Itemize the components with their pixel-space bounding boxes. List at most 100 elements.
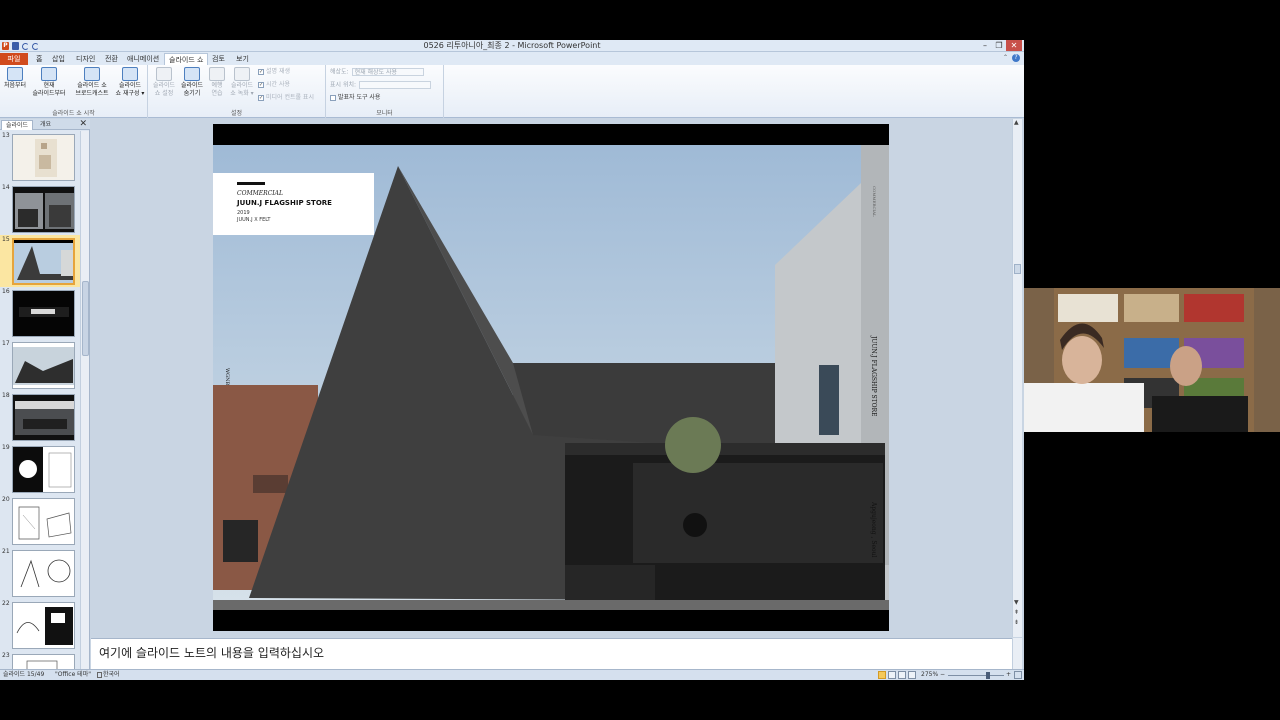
panel-scroll-thumb[interactable] <box>82 281 89 356</box>
scroll-down-icon[interactable]: ▼ <box>1014 599 1019 606</box>
title-rule <box>237 182 265 185</box>
project-info-card: COMMERCIAL JUUN.J FLAGSHIP STORE 2019 JU… <box>213 173 374 235</box>
thumbnail-image <box>12 498 75 545</box>
notes-pane[interactable]: 여기에 슬라이드 노트의 내용을 입력하십시오 <box>91 638 1012 672</box>
zoom-slider[interactable] <box>948 675 1004 676</box>
window-title: 0526 리투아니아_최종 2 - Microsoft PowerPoint <box>423 41 601 50</box>
from-current-button[interactable]: 현재 슬라이드부터 <box>29 67 69 98</box>
slideshow-view-icon[interactable] <box>908 671 916 679</box>
video-call-tile <box>1024 288 1280 432</box>
slide-thumbnail-18[interactable]: 18 <box>0 391 80 443</box>
normal-view-icon[interactable] <box>878 671 886 679</box>
record-label: 슬라이드 쇼 녹화 ▾ <box>230 82 254 97</box>
from-beginning-button[interactable]: 처음부터 <box>1 67 29 90</box>
slide-number: 14 <box>2 184 10 191</box>
tab-slides-panel[interactable]: 슬라이드 <box>1 120 34 130</box>
media-controls-checkbox[interactable]: ✓ 미디어 컨트롤 표시 <box>258 94 314 102</box>
view-buttons <box>878 671 916 679</box>
presenter-view-checkbox[interactable]: 발표자 도구 사용 <box>330 94 380 102</box>
close-button[interactable]: ✕ <box>1006 40 1022 51</box>
broadcast-icon <box>84 67 100 81</box>
tab-view[interactable]: 보기 <box>232 53 253 65</box>
slide-sorter-view-icon[interactable] <box>888 671 896 679</box>
slide-thumbnail-17[interactable]: 17 <box>0 339 80 391</box>
slide-number: 20 <box>2 496 10 503</box>
scroll-up-icon[interactable]: ▲ <box>1014 119 1019 126</box>
slide-thumbnail-16[interactable]: 16 <box>0 287 80 339</box>
show-on-dropdown[interactable]: 표시 위치: <box>330 81 432 90</box>
slide-scroll-thumb[interactable] <box>1014 264 1021 274</box>
zoom-slider-handle[interactable] <box>986 672 990 679</box>
thumbnail-image <box>12 342 75 389</box>
tab-file[interactable]: 파일 <box>0 53 28 65</box>
slide-thumbnail-22[interactable]: 22 <box>0 599 80 651</box>
project-category: COMMERCIAL <box>237 190 283 197</box>
resolution-dropdown[interactable]: 해상도: 현재 해상도 사용 <box>330 68 424 77</box>
thumbnail-list: 13 14 15 16 17 18 19 20 21 22 23 <box>0 131 80 672</box>
panel-tabs: 슬라이드 개요 ✕ <box>0 119 90 130</box>
use-timings-box: ✓ <box>258 82 264 88</box>
record-button[interactable]: 슬라이드 쇼 녹화 ▾ <box>228 67 256 98</box>
group-label-start: 슬라이드 쇼 시작 <box>52 110 95 117</box>
slide-thumbnail-15[interactable]: 15 <box>0 235 80 287</box>
slide-thumbnail-13[interactable]: 13 <box>0 131 80 183</box>
next-slide-icon[interactable]: ⇟ <box>1014 619 1019 626</box>
current-slide[interactable]: COMMERCIAL JUUN.J FLAGSHIP STORE 2019 JU… <box>213 124 889 631</box>
custom-show-button[interactable]: 슬라이드 쇼 재구성 ▾ <box>112 67 148 98</box>
tab-transitions[interactable]: 전환 <box>101 53 122 65</box>
slide-thumbnail-21[interactable]: 21 <box>0 547 80 599</box>
presenter-view-box <box>330 95 336 101</box>
fit-to-window-icon[interactable] <box>1014 671 1022 679</box>
notes-placeholder[interactable]: 여기에 슬라이드 노트의 내용을 입력하십시오 <box>99 644 324 661</box>
group-monitor: 해상도: 현재 해상도 사용 표시 위치: 발표자 도구 사용 모니터 <box>326 65 444 118</box>
tab-home[interactable]: 홈 <box>32 53 46 65</box>
tab-review[interactable]: 검토 <box>208 53 229 65</box>
slide-thumbnail-14[interactable]: 14 <box>0 183 80 235</box>
tab-outline-panel[interactable]: 개요 <box>36 120 55 130</box>
thumbnail-image <box>12 238 75 285</box>
slide-thumbnail-19[interactable]: 19 <box>0 443 80 495</box>
from-beginning-icon <box>7 67 23 81</box>
thumbnail-image <box>12 186 75 233</box>
zoom-level[interactable]: 275% <box>921 670 938 680</box>
custom-show-label: 슬라이드 쇼 재구성 ▾ <box>115 82 145 97</box>
slide-thumbnail-20[interactable]: 20 <box>0 495 80 547</box>
setup-show-icon <box>156 67 172 81</box>
group-label-monitor: 모니터 <box>376 110 393 117</box>
zoom-in-button[interactable]: + <box>1006 670 1011 680</box>
hide-slide-icon <box>184 67 200 81</box>
ribbon-minimize-icon[interactable]: ⌃ <box>1003 54 1009 62</box>
ribbon-tab-bar: 파일 홈 삽입 디자인 전환 애니메이션 슬라이드 쇼 검토 보기 ⌃ ? <box>0 52 1024 65</box>
broadcast-button[interactable]: 슬라이드 쇼 브로드캐스트 <box>72 67 112 98</box>
close-icon[interactable]: ✕ <box>79 119 87 129</box>
tab-design[interactable]: 디자인 <box>72 53 99 65</box>
vertical-label-location: Apgujeong , Seoul <box>870 502 877 558</box>
status-bar: 슬라이드 15/49 "Office 테마" 한국어 275% − + <box>0 669 1024 680</box>
setup-show-button[interactable]: 슬라이드 쇼 설정 <box>150 67 178 98</box>
powerpoint-window: P 0526 리투아니아_최종 2 - Microsoft PowerPoint… <box>0 40 1024 680</box>
rehearse-button[interactable]: 예행 연습 <box>206 67 228 98</box>
panel-scrollbar[interactable] <box>80 131 89 672</box>
restore-button[interactable]: ❐ <box>992 40 1006 51</box>
slide-number: 19 <box>2 444 10 451</box>
hide-slide-button[interactable]: 슬라이드 숨기기 <box>178 67 206 98</box>
status-language[interactable]: 한국어 <box>103 670 120 680</box>
tab-insert[interactable]: 삽입 <box>48 53 69 65</box>
tab-slideshow[interactable]: 슬라이드 쇼 <box>164 53 209 65</box>
status-theme[interactable]: "Office 테마" <box>55 670 91 680</box>
zoom-out-button[interactable]: − <box>940 670 945 680</box>
play-narration-checkbox[interactable]: ✓ 설명 재생 <box>258 68 290 76</box>
tab-animations[interactable]: 애니메이션 <box>123 53 163 65</box>
slide-number: 16 <box>2 288 10 295</box>
use-timings-checkbox[interactable]: ✓ 시간 사용 <box>258 81 290 89</box>
project-year: 2019 <box>237 210 250 216</box>
slide-scrollbar[interactable]: ▲ ▼ ⇞ ⇟ <box>1012 119 1022 637</box>
reading-view-icon[interactable] <box>898 671 906 679</box>
previous-slide-icon[interactable]: ⇞ <box>1014 609 1019 616</box>
minimize-button[interactable]: – <box>978 40 992 51</box>
help-icon[interactable]: ? <box>1012 54 1020 62</box>
notes-scrollbar[interactable] <box>1012 638 1022 672</box>
show-on-label: 표시 위치: <box>330 81 357 89</box>
ribbon: 처음부터 현재 슬라이드부터 슬라이드 쇼 브로드캐스트 슬라이드 쇼 재구성 … <box>0 65 1024 118</box>
presenter-view-label: 발표자 도구 사용 <box>338 94 381 101</box>
